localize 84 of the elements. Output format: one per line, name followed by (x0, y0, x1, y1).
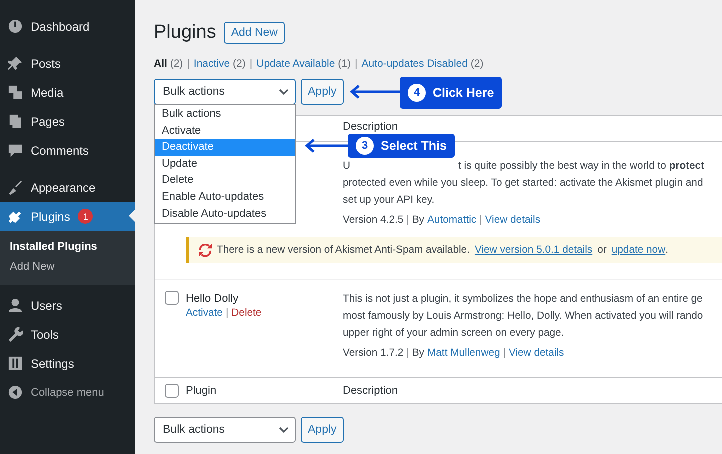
meta-text: By (412, 347, 424, 361)
checkbox[interactable] (165, 291, 179, 305)
separator: | (226, 308, 229, 319)
collapse-icon (8, 385, 23, 400)
link[interactable]: Matt Mullenweg (428, 347, 500, 361)
separator: | (406, 347, 410, 361)
arrow-icon (305, 138, 348, 154)
link[interactable]: Activate (186, 308, 223, 319)
link[interactable]: View details (508, 347, 564, 361)
sidebar-item[interactable]: Appearance (0, 173, 135, 202)
menu-icon (8, 56, 23, 71)
menu-icon (8, 85, 23, 100)
plugin-name: Hello Dolly (186, 292, 240, 307)
meta-text: Version 1.7.2 (343, 347, 404, 361)
sidebar-item[interactable]: Media (0, 78, 135, 107)
column-header: Description (343, 120, 400, 132)
dropdown-option[interactable]: Bulk actions (155, 106, 295, 123)
filter-link[interactable]: Auto-updates Disabled (2) (362, 58, 484, 70)
menu-icon (8, 180, 23, 195)
menu-icon (8, 114, 23, 129)
meta-text: Version 4.2.5 (343, 214, 404, 228)
dropdown-option[interactable]: Activate (155, 122, 295, 140)
link[interactable]: View details (485, 214, 541, 228)
sidebar-item[interactable]: Users (0, 291, 135, 320)
submenu-item[interactable]: Add New (0, 257, 135, 277)
description-text: This is not just a plugin, it symbolizes the hope and enthusiasm of an entire ge (343, 293, 704, 307)
menu-icon (8, 143, 23, 158)
description-text: most famously by Louis Armstrong: Hello, Dolly. When activated you will rando (343, 310, 704, 324)
menu-icon (8, 19, 23, 34)
apply-button[interactable]: Apply (301, 417, 344, 443)
sidebar-item[interactable]: Posts (0, 49, 135, 78)
refresh-icon (199, 244, 212, 256)
menu-icon (8, 298, 23, 313)
notice-text: . (666, 244, 668, 256)
update-now-link[interactable]: update now (612, 244, 666, 256)
sidebar-item[interactable]: Dashboard (0, 12, 135, 41)
separator: | (187, 58, 190, 70)
collapse-menu[interactable]: Collapse menu (0, 378, 135, 407)
sidebar-item[interactable]: Settings (0, 349, 135, 378)
page-title: Plugins (154, 22, 216, 44)
separator: | (503, 347, 506, 361)
filter-link[interactable]: Inactive (2) (194, 58, 246, 70)
meta-text: By (412, 214, 424, 228)
menu-icon (8, 209, 23, 224)
dropdown-option[interactable]: Disable Auto-updates (155, 206, 295, 222)
sidebar-item[interactable]: Comments (0, 136, 135, 165)
dropdown-option[interactable]: Delete (155, 172, 295, 189)
sidebar-item[interactable]: Pages (0, 107, 135, 136)
bulk-actions-select[interactable]: Bulk actions (154, 417, 296, 443)
update-count-badge: 1 (78, 209, 94, 224)
menu-icon (8, 356, 23, 371)
description-text: U (343, 160, 351, 174)
add-new-button[interactable]: Add New (224, 22, 285, 44)
chevron-icon (279, 89, 289, 95)
dropdown-option[interactable]: Update (155, 156, 295, 172)
sidebar-item[interactable]: Tools (0, 320, 135, 349)
callout: 3 Select This (348, 134, 455, 158)
description-text: upper right of your admin screen on every page. (343, 327, 566, 341)
bulk-actions-select[interactable]: Bulk actions (154, 79, 296, 105)
separator: | (480, 214, 482, 228)
menu-icon (8, 327, 23, 342)
delete-link[interactable]: Delete (232, 308, 262, 319)
notice-text: There is a new version of Akismet Anti-Spam available. (217, 244, 470, 256)
column-header: Description (343, 384, 400, 396)
dropdown-option[interactable]: Enable Auto-updates (155, 188, 295, 206)
checkbox[interactable] (165, 384, 179, 398)
apply-button[interactable]: Apply (301, 79, 344, 105)
separator: | (250, 58, 253, 70)
separator: | (355, 58, 358, 70)
arrow-icon (350, 84, 400, 100)
sidebar-item[interactable]: Plugins 1 (0, 202, 135, 231)
description-text: protected even while you sleep. To get started: activate the Akismet plugin and (343, 177, 704, 191)
separator: | (406, 214, 410, 228)
callout: 4 Click Here (400, 77, 502, 109)
submenu-item[interactable]: Installed Plugins (0, 237, 135, 257)
filter-link[interactable]: All (2) (154, 58, 184, 70)
filter-link[interactable]: Update Available (1) (256, 58, 351, 70)
chevron-icon (279, 427, 289, 433)
notice-text: or (598, 244, 607, 256)
column-header: Plugin (186, 384, 218, 396)
description-text: set up your API key. (343, 194, 436, 208)
description-text: t is quite possibly the best way in the world to protect (458, 160, 705, 174)
view-version-link[interactable]: View version 5.0.1 details (474, 244, 593, 256)
link[interactable]: Automattic (428, 214, 477, 228)
